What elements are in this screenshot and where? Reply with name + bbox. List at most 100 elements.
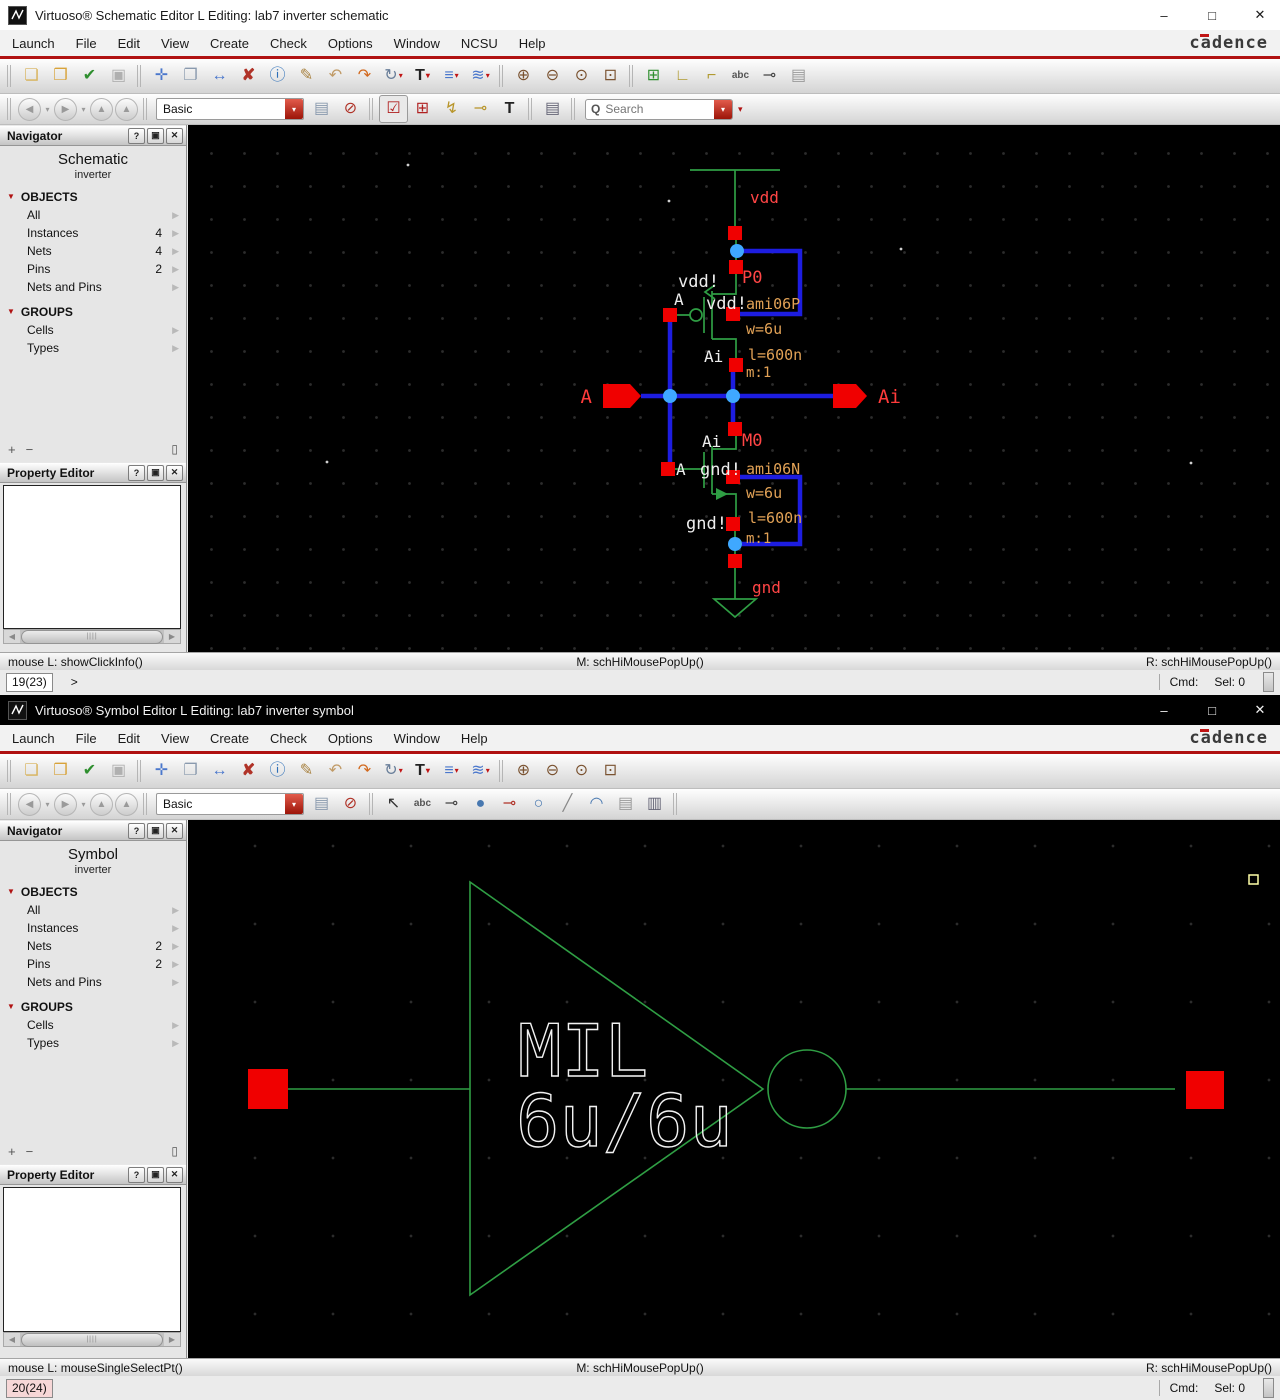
delete-icon[interactable]: ✘ — [234, 757, 263, 785]
expand-icon[interactable]: ▶ — [172, 1038, 179, 1049]
minimize-button[interactable]: – — [1144, 0, 1184, 30]
pmos-m-label[interactable]: m:1 — [746, 365, 771, 381]
float-icon[interactable]: ▣ — [147, 823, 164, 839]
save-icon[interactable]: ▣ — [104, 757, 133, 785]
back-menu-icon[interactable]: ▾ — [42, 99, 53, 120]
zoom-out-icon[interactable]: ⊖ — [538, 757, 567, 785]
text-style-icon[interactable]: T — [408, 62, 437, 90]
top-hierarchy-icon[interactable]: ▲ — [115, 98, 138, 121]
scroll-right-icon[interactable]: ▶ — [164, 1333, 180, 1346]
menu-check[interactable]: Check — [270, 36, 307, 51]
selected-pin-icon[interactable]: ⊸ — [495, 790, 524, 818]
section-collapse-icon[interactable]: ▼ — [7, 307, 15, 316]
up-hierarchy-icon[interactable]: ▲ — [90, 98, 113, 121]
nmos-gate-net-label[interactable]: A — [676, 460, 686, 479]
input-pin-square[interactable] — [248, 1069, 288, 1109]
nmos-name-label[interactable]: M0 — [742, 431, 762, 451]
add-filter-icon[interactable]: + — [8, 442, 16, 457]
close-button[interactable]: ✕ — [1240, 0, 1280, 30]
toolbar-grip[interactable] — [7, 793, 13, 815]
nmos-src-net-label[interactable]: gnd! — [686, 514, 727, 534]
menu-ncsu[interactable]: NCSU — [461, 36, 498, 51]
help-icon[interactable]: ? — [128, 823, 145, 839]
nmos-w-label[interactable]: w=6u — [746, 484, 782, 502]
toolbar-grip[interactable] — [7, 65, 13, 87]
symbol-pin-icon[interactable]: ⊸ — [437, 790, 466, 818]
search-go-button[interactable]: ▾ — [714, 100, 732, 119]
objects-section[interactable]: ▼ OBJECTS — [0, 882, 186, 901]
mini-scrollbar[interactable] — [1263, 1378, 1274, 1398]
pmos-w-label[interactable]: w=6u — [746, 320, 782, 338]
tree-item-nets-and-pins[interactable]: Nets and Pins ▶ — [0, 973, 186, 991]
tree-item-instances[interactable]: Instances 4 ▶ — [0, 224, 186, 242]
gnd-symbol[interactable] — [714, 568, 756, 617]
rotate-icon[interactable]: ↻ — [379, 757, 408, 785]
pmos-name-label[interactable]: P0 — [742, 268, 762, 288]
arc-icon[interactable]: ◠ — [582, 790, 611, 818]
doc-icon[interactable]: ▥ — [640, 790, 669, 818]
help-icon[interactable]: ? — [128, 465, 145, 481]
tree-item-nets-and-pins[interactable]: Nets and Pins ▶ — [0, 278, 186, 296]
gnd-pin-label[interactable]: gnd — [752, 578, 781, 597]
navigator-header[interactable]: Navigator ? ▣ ✕ — [0, 820, 186, 841]
create-pin-icon[interactable]: ⊸ — [755, 62, 784, 90]
expand-icon[interactable]: ▶ — [172, 1020, 179, 1031]
menu-edit[interactable]: Edit — [118, 36, 140, 51]
scroll-right-icon[interactable]: ▶ — [164, 630, 180, 643]
float-icon[interactable]: ▣ — [147, 1167, 164, 1183]
property-editor-header[interactable]: Property Editor ? ▣ ✕ — [0, 1164, 186, 1185]
command-input[interactable]: > — [61, 674, 1151, 691]
expand-icon[interactable]: ▶ — [172, 941, 179, 952]
search-box[interactable]: Q ▾ — [585, 99, 733, 120]
objects-section[interactable]: ▼ OBJECTS — [0, 187, 186, 206]
workspace-combo[interactable]: Basic ▾ — [156, 98, 304, 120]
forward-menu-icon[interactable]: ▾ — [78, 794, 89, 815]
tree-item-pins[interactable]: Pins 2 ▶ — [0, 955, 186, 973]
expand-icon[interactable]: ▶ — [172, 228, 179, 239]
horizontal-scrollbar[interactable]: ◀ |||| ▶ — [3, 1332, 181, 1347]
undo-icon[interactable]: ↶ — [321, 62, 350, 90]
redo-icon[interactable]: ↷ — [350, 62, 379, 90]
menu-create[interactable]: Create — [210, 36, 249, 51]
menu-edit[interactable]: Edit — [118, 731, 140, 746]
symbol-label-line2[interactable]: 6u/6u — [516, 1079, 733, 1163]
menu-file[interactable]: File — [76, 36, 97, 51]
open-icon[interactable]: ❒ — [46, 62, 75, 90]
expand-icon[interactable]: ▶ — [172, 264, 179, 275]
float-icon[interactable]: ▣ — [147, 465, 164, 481]
open-icon[interactable]: ❒ — [46, 757, 75, 785]
forward-icon[interactable]: ▶ — [54, 793, 77, 816]
toolbar-grip[interactable] — [137, 65, 143, 87]
input-pin-shape[interactable] — [603, 384, 641, 408]
new-file-icon[interactable]: ❏ — [17, 62, 46, 90]
horizontal-scrollbar[interactable]: ◀ |||| ▶ — [3, 629, 181, 644]
selection-options-icon[interactable]: ▤ — [538, 95, 567, 123]
chevron-down-icon[interactable]: ▾ — [285, 99, 303, 119]
menu-options[interactable]: Options — [328, 36, 373, 51]
tree-item-cells[interactable]: Cells ▶ — [0, 1016, 186, 1034]
section-collapse-icon[interactable]: ▼ — [7, 887, 15, 896]
info-icon[interactable]: ⓘ — [263, 757, 292, 785]
output-pin-label[interactable]: Ai — [878, 386, 901, 408]
zoom-in-icon[interactable]: ⊕ — [509, 757, 538, 785]
pane-icon[interactable]: ▯ — [171, 442, 178, 456]
tree-item-all[interactable]: All ▶ — [0, 206, 186, 224]
tree-item-types[interactable]: Types ▶ — [0, 339, 186, 357]
expand-icon[interactable]: ▶ — [172, 343, 179, 354]
input-pin-label[interactable]: A — [581, 386, 593, 408]
symbol-label-icon[interactable]: abc — [408, 790, 437, 818]
zoom-fit-icon[interactable]: ⊡ — [596, 757, 625, 785]
schematic-titlebar[interactable]: Virtuoso® Schematic Editor L Editing: la… — [0, 0, 1280, 30]
menu-help[interactable]: Help — [519, 36, 546, 51]
navigator-header[interactable]: Navigator ? ▣ ✕ — [0, 125, 186, 146]
copy-icon[interactable]: ❐ — [176, 62, 205, 90]
back-icon[interactable]: ◀ — [18, 98, 41, 121]
remove-filter-icon[interactable]: − — [26, 442, 34, 457]
chevron-down-icon[interactable]: ▾ — [285, 794, 303, 814]
zoom-in-icon[interactable]: ⊕ — [509, 62, 538, 90]
create-wire-icon[interactable]: ∟ — [668, 62, 697, 90]
info-icon[interactable]: ⓘ — [263, 62, 292, 90]
toolbar-grip[interactable] — [369, 98, 375, 120]
menu-view[interactable]: View — [161, 731, 189, 746]
help-icon[interactable]: ? — [128, 128, 145, 144]
